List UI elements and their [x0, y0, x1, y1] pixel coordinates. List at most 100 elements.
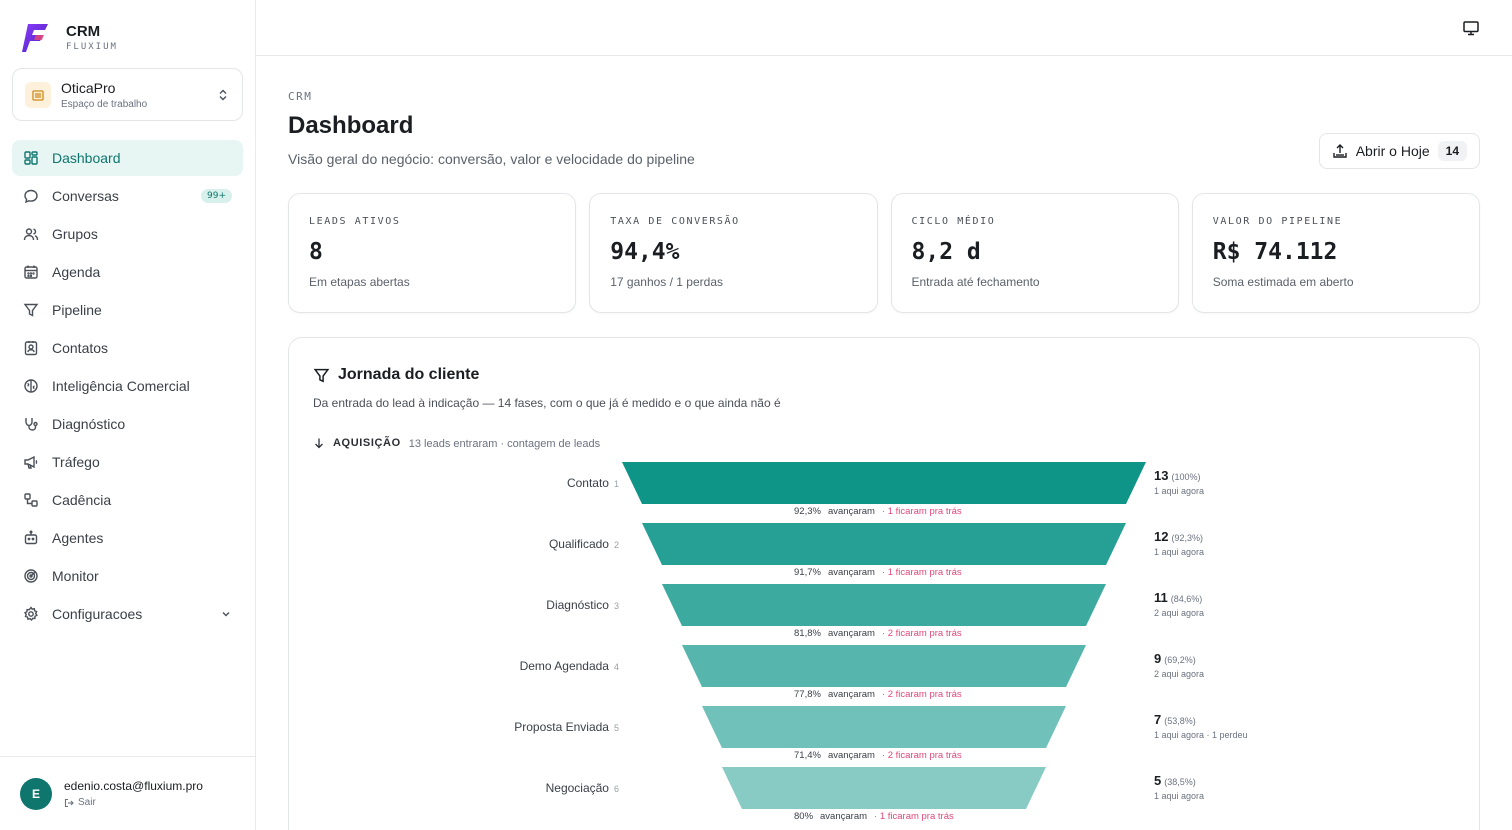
conversion-rate: 81,8% — [794, 628, 821, 639]
stage-count: 13 (100%) — [1154, 468, 1201, 483]
stage-conversion: 71,4% avançaram · 2 ficaram pra trás — [794, 750, 962, 761]
stage-percent: (100%) — [1171, 472, 1201, 482]
stage-conversion: 92,3% avançaram · 1 ficaram pra trás — [794, 506, 962, 517]
sidebar-item-inteligencia-comercial[interactable]: Inteligência Comercial — [12, 368, 243, 404]
upload-icon — [1333, 144, 1347, 158]
open-today-label: Abrir o Hoje — [1355, 143, 1430, 159]
advanced-label: avançaram — [827, 689, 875, 700]
stage-percent: (38,5%) — [1164, 777, 1196, 787]
chevron-down-icon — [222, 612, 230, 617]
sidebar-item-conversas[interactable]: Conversas 99+ — [12, 178, 243, 214]
stage-index: 3 — [613, 601, 619, 611]
kpi-hint: Soma estimada em aberto — [1212, 275, 1354, 289]
megaphone-icon — [24, 455, 38, 469]
funnel-stage-label: Negociação 6 — [289, 781, 619, 795]
workspace-subtitle: Espaço de trabalho — [61, 98, 148, 110]
sidebar-item-label: Pipeline — [52, 302, 102, 318]
stage-percent: (53,8%) — [1164, 716, 1196, 726]
conversion-rate: 80% — [794, 811, 814, 822]
user-email: edenio.costa@fluxium.pro — [64, 779, 203, 793]
stage-name: Contato — [566, 476, 609, 490]
funnel-stage-stats: 5 (38,5%) 1 aqui agora — [1154, 773, 1204, 801]
brain-icon — [24, 379, 38, 393]
stage-count: 11 (84,6%) — [1154, 590, 1203, 605]
today-count-badge: 14 — [1437, 141, 1467, 161]
customer-journey-card: Jornada do cliente Da entrada do lead à … — [288, 337, 1480, 830]
sidebar-item-label: Inteligência Comercial — [52, 378, 190, 394]
funnel-stage-bar[interactable] — [662, 584, 1106, 626]
funnel-stage-bar[interactable] — [622, 462, 1146, 504]
stage-index: 2 — [613, 540, 619, 550]
kpi-card-valor-pipeline: VALOR DO PIPELINE R$ 74.112 Soma estimad… — [1191, 193, 1480, 313]
sidebar-item-label: Configuracoes — [52, 606, 143, 622]
monitor-icon[interactable] — [1462, 19, 1480, 37]
sidebar-item-contatos[interactable]: Contatos — [12, 330, 243, 366]
sidebar-item-agentes[interactable]: Agentes — [12, 520, 243, 556]
sidebar-item-agenda[interactable]: Agenda — [12, 254, 243, 290]
stage-conversion: 81,8% avançaram · 2 ficaram pra trás — [794, 628, 962, 639]
conversion-rate: 92,3% — [794, 506, 821, 517]
bot-icon — [24, 530, 38, 545]
open-today-button[interactable]: Abrir o Hoje 14 — [1318, 133, 1480, 169]
sidebar-item-label: Agentes — [52, 530, 104, 546]
stage-current: 1 aqui agora — [1154, 486, 1205, 496]
sidebar-item-label: Dashboard — [52, 150, 121, 166]
chat-icon — [24, 189, 38, 204]
brand-subtitle: FLUXIUM — [66, 42, 118, 52]
kpi-label: TAXA DE CONVERSÃO — [610, 216, 740, 227]
conversion-rate: 71,4% — [794, 750, 821, 761]
funnel-stage-label: Qualificado 2 — [289, 537, 619, 551]
funnel-stage-bar[interactable] — [642, 523, 1126, 565]
funnel-stage-bar[interactable] — [682, 645, 1086, 687]
left-behind-label: · 1 ficaram pra trás — [881, 506, 962, 517]
funnel-stage-stats: 11 (84,6%) 2 aqui agora — [1154, 590, 1204, 618]
funnel-stage-label: Diagnóstico 3 — [289, 598, 619, 612]
funnel-stage-stats: 12 (92,3%) 1 aqui agora — [1154, 529, 1204, 557]
kpi-value: 8,2 d — [911, 239, 981, 265]
conversion-rate: 91,7% — [794, 567, 821, 578]
stage-percent: (69,2%) — [1164, 655, 1196, 665]
kpi-hint: Entrada até fechamento — [911, 275, 1040, 289]
funnel-stage-bar[interactable] — [702, 706, 1066, 748]
workspace-switcher[interactable]: OticaPro Espaço de trabalho — [12, 68, 243, 121]
building-icon — [25, 81, 51, 108]
stage-current: 1 aqui agora — [1154, 547, 1205, 557]
funnel-stage-stats: 9 (69,2%) 2 aqui agora — [1154, 651, 1204, 679]
brand[interactable]: CRM FLUXIUM — [22, 20, 118, 56]
avatar[interactable]: E — [20, 777, 52, 810]
left-behind-label: · 2 ficaram pra trás — [881, 689, 962, 700]
workspace-name: OticaPro — [61, 79, 116, 96]
stage-count: 5 (38,5%) — [1154, 773, 1196, 788]
left-behind-label: · 1 ficaram pra trás — [874, 811, 954, 822]
logout-link[interactable]: Sair — [64, 797, 203, 808]
sidebar-item-label: Conversas — [52, 188, 119, 204]
sidebar-item-diagnostico[interactable]: Diagnóstico — [12, 406, 243, 442]
brand-title: CRM — [66, 23, 101, 40]
sidebar-item-trafego[interactable]: Tráfego — [12, 444, 243, 480]
stage-count: 12 (92,3%) — [1154, 529, 1203, 544]
stage-index: 6 — [613, 784, 619, 794]
left-behind-label: · 1 ficaram pra trás — [881, 567, 962, 578]
stage-index: 4 — [613, 662, 619, 672]
stage-count: 7 (53,8%) — [1154, 712, 1196, 727]
stage-name: Proposta Enviada — [514, 720, 609, 734]
sidebar-item-dashboard[interactable]: Dashboard — [12, 140, 243, 176]
sidebar-item-label: Contatos — [52, 340, 109, 356]
sidebar-item-cadencia[interactable]: Cadência — [12, 482, 243, 518]
funnel-stage-bar[interactable] — [722, 767, 1046, 809]
page-eyebrow: CRM — [288, 90, 313, 103]
kpi-label: VALOR DO PIPELINE — [1212, 216, 1343, 227]
stage-name: Negociação — [545, 781, 609, 795]
dashboard-icon — [24, 151, 38, 165]
sidebar-item-monitor[interactable]: Monitor — [12, 558, 243, 594]
advanced-label: avançaram — [827, 567, 875, 578]
funnel-stage-label: Proposta Enviada 5 — [289, 720, 619, 734]
stage-conversion: 80% avançaram · 1 ficaram pra trás — [794, 811, 954, 822]
sidebar-item-pipeline[interactable]: Pipeline — [12, 292, 243, 328]
sidebar-item-configuracoes[interactable]: Configuracoes — [12, 596, 243, 632]
unread-badge: 99+ — [201, 189, 232, 203]
stage-count: 9 (69,2%) — [1154, 651, 1196, 666]
sidebar-item-grupos[interactable]: Grupos — [12, 216, 243, 252]
sidebar-item-label: Tráfego — [52, 454, 100, 470]
stage-conversion: 91,7% avançaram · 1 ficaram pra trás — [794, 567, 962, 578]
